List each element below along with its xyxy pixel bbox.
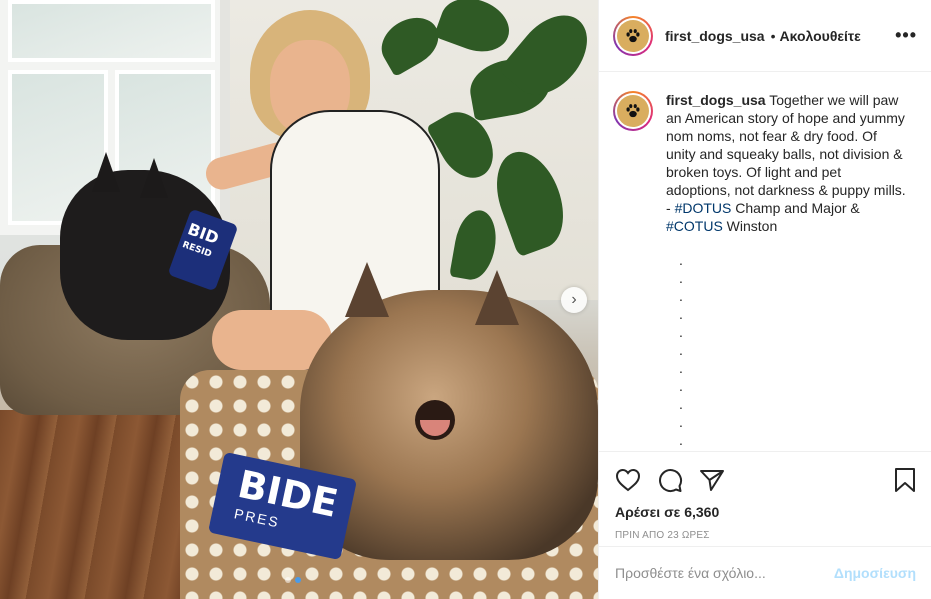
caption-dot-line: . [679,378,683,394]
caption-dot-line: . [679,396,683,412]
carousel-next-button[interactable]: › [561,287,587,313]
post-actions: Αρέσει σε 6,360 ΠΡΙΝ ΑΠΟ 23 ΩΡΕΣ [599,451,931,541]
post-header: first_dogs_usa • Ακολουθείτε ••• [599,0,931,72]
carousel-indicator [285,577,301,583]
bookmark-icon[interactable] [894,467,916,493]
comment-input[interactable] [615,565,834,581]
caption-dot-line: . [679,324,683,340]
paw-icon [617,19,649,52]
likes-count[interactable]: Αρέσει σε 6,360 [615,504,916,520]
following-button[interactable]: Ακολουθείτε [780,28,861,44]
post-photo[interactable]: BID RESID BIDE PRES › [0,0,598,599]
caption-dot-lines: ........... [679,251,918,449]
more-options-icon[interactable]: ••• [895,25,917,46]
caption-avatar[interactable] [613,91,653,131]
share-icon[interactable] [699,468,725,492]
post-side-panel: first_dogs_usa • Ακολουθείτε ••• first_d… [598,0,931,599]
caption-dot-line: . [679,414,683,430]
caption-dot-line: . [679,342,683,358]
caption-dot-line: . [679,252,683,268]
carousel-dot [285,577,291,583]
hashtag-dotus[interactable]: #DOTUS [675,200,732,216]
avatar[interactable] [613,15,653,56]
caption-dot-line: . [679,306,683,322]
header-username[interactable]: first_dogs_usa [665,28,765,44]
comment-icon[interactable] [657,467,683,493]
heart-icon[interactable] [615,468,641,492]
paw-icon [617,95,649,127]
hashtag-cotus[interactable]: #COTUS [666,218,723,234]
post-comment-button[interactable]: Δημοσίευση [834,565,916,581]
caption-username[interactable]: first_dogs_usa [666,92,766,108]
post-timestamp[interactable]: ΠΡΙΝ ΑΠΟ 23 ΩΡΕΣ [615,530,916,541]
header-separator: • [770,27,776,44]
caption-dot-line: . [679,288,683,304]
carousel-dot-active [295,577,301,583]
caption: first_dogs_usa Together we will paw an A… [613,91,918,235]
caption-text: first_dogs_usa Together we will paw an A… [666,92,906,234]
caption-dot-line: . [679,360,683,376]
comments-area[interactable]: first_dogs_usa Together we will paw an A… [599,73,931,451]
caption-dot-line: . [679,270,683,286]
caption-dot-line: . [679,432,683,448]
chevron-right-icon: › [571,291,577,308]
add-comment-form: Δημοσίευση [599,546,931,599]
